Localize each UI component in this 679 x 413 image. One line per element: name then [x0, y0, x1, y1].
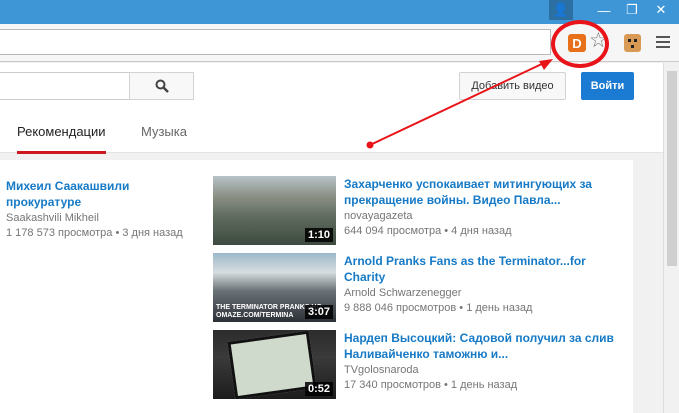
video-thumbnail[interactable]: 1:10	[213, 176, 336, 245]
search-input[interactable]	[0, 72, 130, 100]
channel-name[interactable]: Saakashvili Mikheil	[6, 211, 206, 226]
video-meta: 1 178 573 просмотра • 3 дня назад	[6, 227, 183, 239]
upload-button[interactable]: Добавить видео	[459, 72, 566, 100]
phone-image	[227, 330, 317, 399]
feed-tabs: Рекомендации Музыка	[0, 108, 663, 154]
list-item[interactable]: Михеил Саакашвили прокуратуре Saakashvil…	[6, 178, 206, 241]
scrollbar-thumb[interactable]	[667, 71, 677, 266]
youtube-page: Добавить видео Войти Рекомендации Музыка…	[0, 63, 663, 413]
masthead: Добавить видео Войти	[0, 63, 663, 108]
video-title[interactable]: Михеил Саакашвили прокуратуре	[6, 178, 206, 210]
search-button[interactable]	[129, 72, 194, 100]
address-bar[interactable]	[0, 29, 551, 55]
tab-recommendations[interactable]: Рекомендации	[17, 124, 106, 154]
duration-badge: 3:07	[304, 305, 333, 319]
maximize-button[interactable]: ❐	[618, 0, 646, 20]
channel-name[interactable]: TVgolosnaroda	[344, 363, 614, 378]
list-item[interactable]: 0:52 Нардеп Высоцкий: Садовой получил за…	[213, 330, 633, 400]
close-button[interactable]: ✕	[643, 0, 679, 20]
user-icon[interactable]: 👤	[549, 0, 573, 20]
minimize-button[interactable]: —	[590, 0, 618, 20]
video-meta: 644 094 просмотра • 4 дня назад	[344, 225, 512, 237]
video-meta: 17 340 просмотров • 1 день назад	[344, 379, 518, 391]
annotation-circle	[551, 20, 609, 68]
tab-music[interactable]: Музыка	[141, 124, 187, 139]
channel-name[interactable]: novayagazeta	[344, 209, 614, 224]
channel-name[interactable]: Arnold Schwarzenegger	[344, 286, 614, 301]
video-feed: Михеил Саакашвили прокуратуре Saakashvil…	[0, 160, 633, 413]
page-scrollbar[interactable]	[663, 63, 679, 413]
list-item[interactable]: 1:10 Захарченко успокаивает митингующих …	[213, 176, 633, 246]
video-title[interactable]: Нардеп Высоцкий: Садовой получил за слив…	[344, 330, 614, 362]
video-title[interactable]: Захарченко успокаивает митингующих за пр…	[344, 176, 614, 208]
video-thumbnail[interactable]: 0:52	[213, 330, 336, 399]
signin-button[interactable]: Войти	[581, 72, 634, 100]
menu-icon[interactable]	[656, 36, 670, 51]
video-meta: 9 888 046 просмотров • 1 день назад	[344, 302, 533, 314]
duration-badge: 1:10	[304, 228, 333, 242]
duration-badge: 0:52	[304, 382, 333, 396]
video-thumbnail[interactable]: THE TERMINATOR PRANKS HO OMAZE.COM/TERMI…	[213, 253, 336, 322]
search-icon	[155, 79, 169, 93]
extension-face-icon[interactable]	[624, 34, 641, 52]
video-title[interactable]: Arnold Pranks Fans as the Terminator...f…	[344, 253, 614, 285]
list-item[interactable]: THE TERMINATOR PRANKS HO OMAZE.COM/TERMI…	[213, 253, 633, 323]
